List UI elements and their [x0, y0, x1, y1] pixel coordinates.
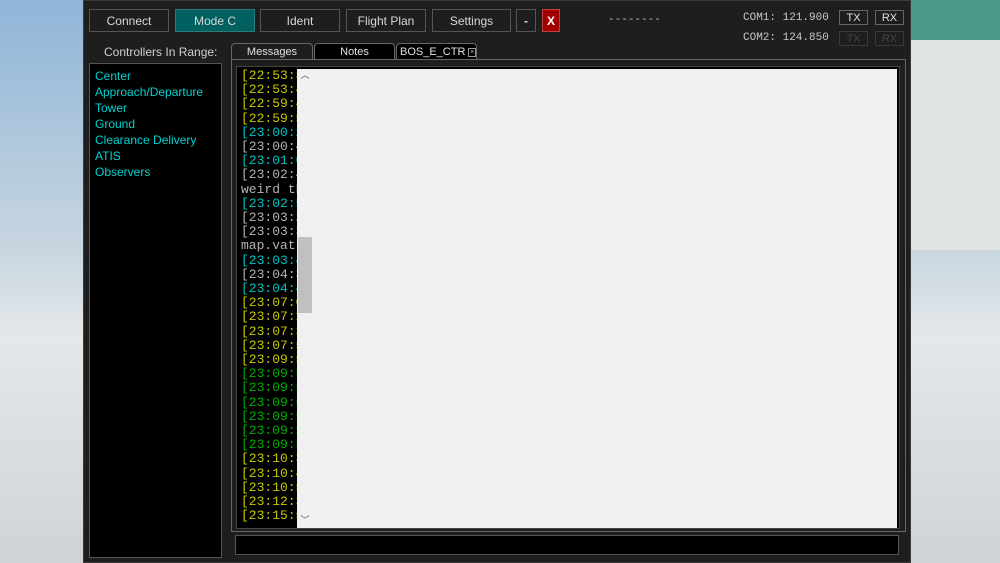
settings-button[interactable]: Settings [432, 9, 511, 32]
scroll-down-icon[interactable]: ﹀ [297, 514, 313, 528]
controller-group-approach[interactable]: Approach/Departure [95, 84, 216, 100]
controller-group-tower[interactable]: Tower [95, 100, 216, 116]
tab-bos-e-ctr[interactable]: BOS_E_CTR × [396, 43, 477, 60]
controller-group-observers[interactable]: Observers [95, 164, 216, 180]
pilot-client-window: Connect Mode C Ident Flight Plan Setting… [83, 0, 911, 563]
scrollbar-thumb[interactable] [298, 237, 312, 313]
controllers-label: Controllers In Range: [104, 45, 218, 59]
controllers-list: Center Approach/Departure Tower Ground C… [89, 63, 222, 558]
com2-tx-button[interactable]: TX [839, 31, 868, 46]
mode-c-button[interactable]: Mode C [175, 9, 255, 32]
ident-button[interactable]: Ident [260, 9, 340, 32]
tab-messages[interactable]: Messages [231, 43, 313, 60]
controller-group-center[interactable]: Center [95, 68, 216, 84]
tab-notes[interactable]: Notes [314, 43, 395, 60]
controller-group-atis[interactable]: ATIS [95, 148, 216, 164]
callsign-display: -------- [608, 14, 661, 26]
close-tab-icon[interactable]: × [468, 47, 476, 57]
com1-tx-button[interactable]: TX [839, 10, 868, 25]
connect-button[interactable]: Connect [89, 9, 169, 32]
com1-frequency: COM1: 121.900 [743, 12, 829, 24]
messages-panel: [22:53:36] COM 1 frequency set to 134.55… [231, 59, 906, 532]
close-button[interactable]: X [542, 9, 560, 32]
message-input[interactable] [235, 535, 899, 555]
minimize-button[interactable]: - [516, 9, 536, 32]
controller-group-clearance[interactable]: Clearance Delivery [95, 132, 216, 148]
scenery-panel [911, 0, 1000, 40]
com2-rx-button[interactable]: RX [875, 31, 904, 46]
scroll-up-icon[interactable]: ︿ [297, 69, 313, 83]
com2-frequency: COM2: 124.850 [743, 32, 829, 44]
message-log: [22:53:36] COM 1 frequency set to 134.55… [236, 66, 900, 529]
scenery-building [911, 40, 1000, 250]
controller-group-ground[interactable]: Ground [95, 116, 216, 132]
scrollbar[interactable]: ︿ ﹀ [297, 69, 897, 528]
flight-plan-button[interactable]: Flight Plan [346, 9, 426, 32]
com1-rx-button[interactable]: RX [875, 10, 904, 25]
tab-label: BOS_E_CTR [400, 46, 466, 58]
